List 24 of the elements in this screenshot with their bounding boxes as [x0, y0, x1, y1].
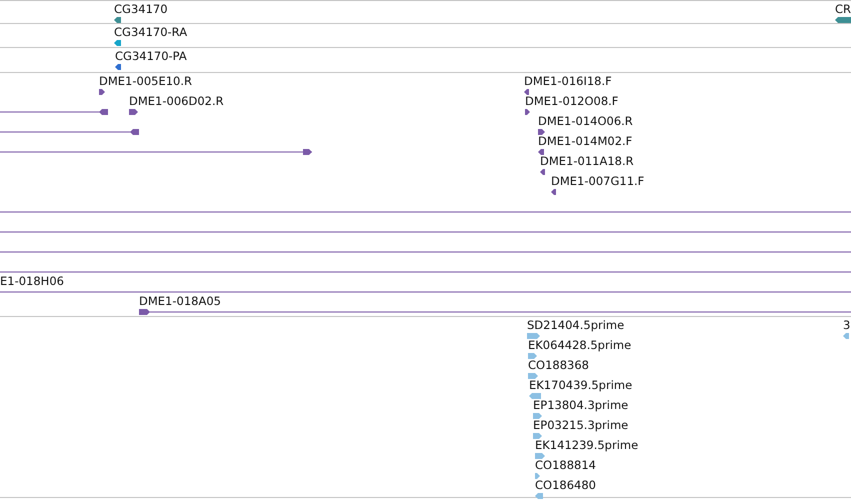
feature-label: CO188814 — [535, 458, 596, 472]
feature-label: CG34170 — [114, 2, 168, 16]
feature-label: EK064428.5prime — [528, 338, 632, 352]
feature-label: DME1-011A18.R — [540, 154, 634, 168]
feature-label: CO186480 — [535, 478, 596, 492]
feature-label: EP03215.3prime — [533, 418, 628, 432]
feature-label: DME1-005E10.R — [99, 74, 192, 88]
feature-label: CG34170-RA — [114, 25, 188, 39]
feature-label: DME1-016I18.F — [524, 74, 612, 88]
feature-label: DME1-014O06.R — [538, 114, 633, 128]
feature-label: EK141239.5prime — [535, 438, 638, 452]
feature-label: SD21404.5prime — [527, 318, 624, 332]
feature-label: 3 — [843, 318, 850, 332]
feature-label: CR — [835, 2, 851, 16]
feature-label: EK170439.5prime — [529, 378, 632, 392]
feature-label: DME1-007G11.F — [551, 174, 644, 188]
feature-label: EP13804.3prime — [533, 398, 628, 412]
feature-label: DME1-014M02.F — [538, 134, 632, 148]
feature-label: DME1-018A05 — [139, 294, 221, 308]
feature-label: E1-018H06 — [0, 274, 64, 288]
feature-label: DME1-006D02.R — [129, 94, 224, 108]
feature-label: CG34170-PA — [115, 49, 187, 63]
feature-label: CO188368 — [528, 358, 589, 372]
feature-label: DME1-012O08.F — [525, 94, 618, 108]
